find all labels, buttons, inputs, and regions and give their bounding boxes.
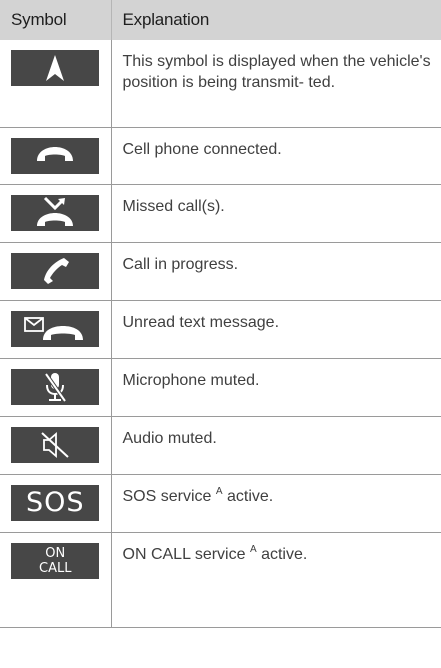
table-row: Call in progress. bbox=[0, 242, 441, 301]
row-explanation: Missed call(s). bbox=[111, 184, 441, 243]
row-explanation: SOS service A active. bbox=[111, 474, 441, 533]
table-row: This symbol is displayed when the vehicl… bbox=[0, 40, 441, 128]
row-explanation: Audio muted. bbox=[111, 416, 441, 475]
row-explanation: Microphone muted. bbox=[111, 358, 441, 417]
row-explanation: Call in progress. bbox=[111, 242, 441, 301]
table-row: Cell phone connected. bbox=[0, 127, 441, 185]
table-row: Missed call(s). bbox=[0, 184, 441, 243]
table-row: Microphone muted. bbox=[0, 358, 441, 417]
audio-muted-icon bbox=[11, 426, 100, 463]
row-explanation: Unread text message. bbox=[111, 300, 441, 359]
row-explanation: ON CALL service A active. bbox=[111, 532, 441, 628]
footnote-marker: A bbox=[215, 485, 223, 497]
navigation-arrow-icon bbox=[11, 50, 100, 86]
table-header-row: Symbol Explanation bbox=[0, 0, 441, 40]
table-row: Audio muted. bbox=[0, 416, 441, 475]
call-in-progress-icon bbox=[11, 252, 100, 289]
table-row: Unread text message. bbox=[0, 300, 441, 359]
explanation-column-header: Explanation bbox=[111, 0, 441, 40]
symbol-column-header: Symbol bbox=[0, 0, 112, 40]
row-explanation: This symbol is displayed when the vehicl… bbox=[111, 40, 441, 128]
phone-connected-icon bbox=[11, 137, 100, 174]
table-row: SOS SOS service A active. bbox=[0, 474, 441, 533]
microphone-muted-icon bbox=[11, 368, 100, 405]
table-row: ON CALL ON CALL service A active. bbox=[0, 532, 441, 628]
row-explanation: Cell phone connected. bbox=[111, 127, 441, 185]
sos-icon: SOS bbox=[11, 484, 100, 521]
unread-message-icon bbox=[11, 310, 100, 347]
footnote-marker: A bbox=[249, 543, 257, 555]
missed-call-icon bbox=[11, 194, 100, 231]
on-call-icon: ON CALL bbox=[11, 542, 100, 579]
symbol-table: Symbol Explanation This symbol is displa… bbox=[0, 0, 441, 628]
